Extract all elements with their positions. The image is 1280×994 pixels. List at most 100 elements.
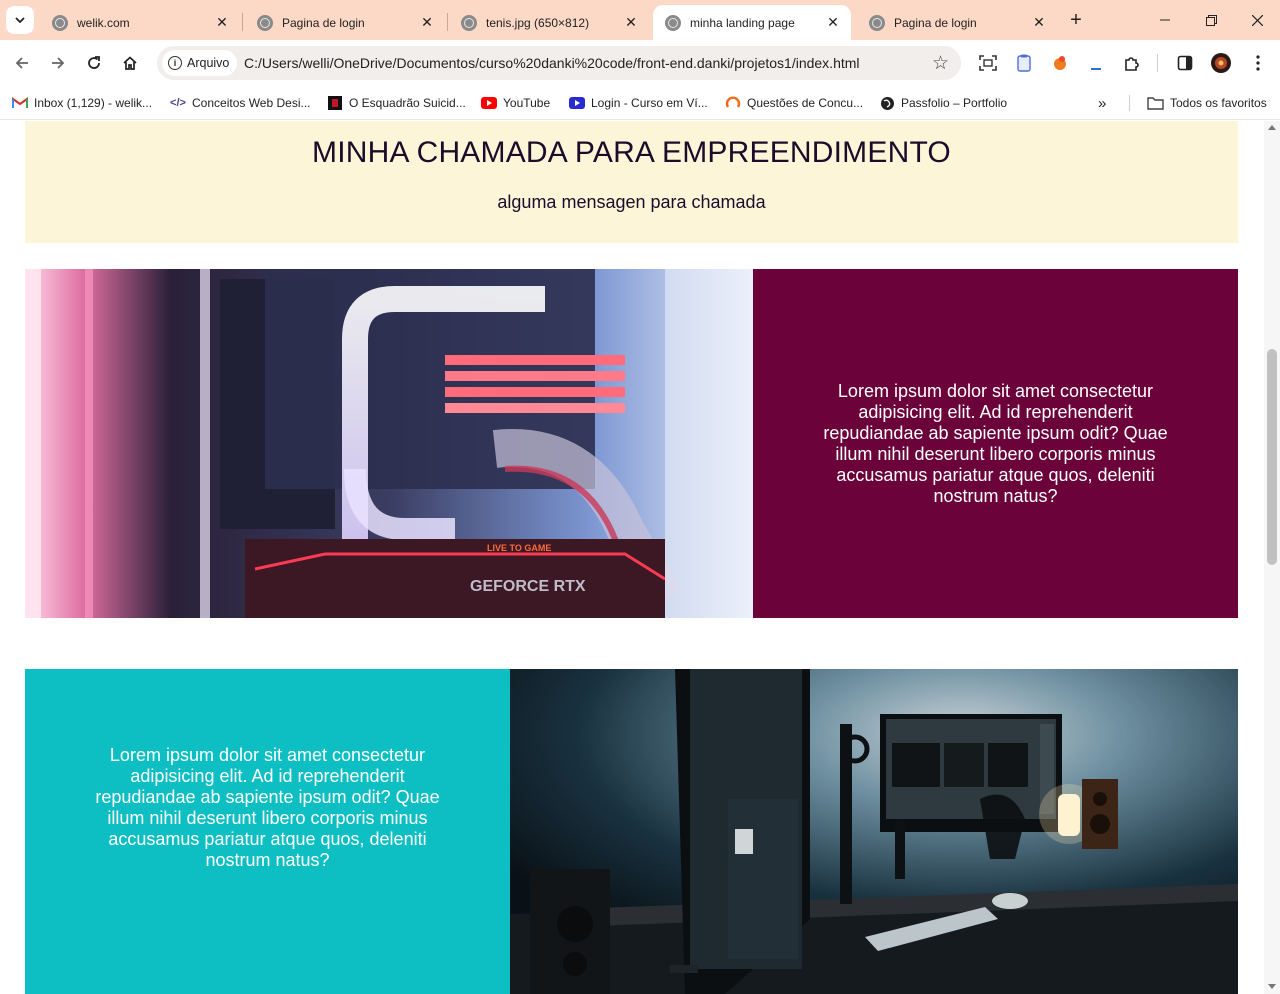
screen-capture-icon <box>979 55 997 71</box>
feature-section-1: GEFORCE RTX LIVE TO GAME Lorem ipsum dol… <box>25 269 1238 618</box>
globe-icon <box>461 14 477 31</box>
more-vertical-icon <box>1256 55 1260 71</box>
side-panel-icon <box>1177 55 1193 71</box>
bookmark-label: O Esquadrão Suicid... <box>349 96 466 110</box>
underscore-extension-icon <box>1091 68 1101 70</box>
home-icon <box>123 56 137 70</box>
pc-build-illustration: GEFORCE RTX LIVE TO GAME <box>25 269 753 618</box>
tab-separator <box>447 13 448 31</box>
bookmark-gmail[interactable]: Inbox (1,129) - welik... <box>12 93 152 113</box>
tab-landing-page[interactable]: minha landing page ✕ <box>653 5 851 40</box>
extension-button[interactable] <box>1084 51 1108 75</box>
tab-tenis[interactable]: tenis.jpg (650×812) ✕ <box>449 5 649 40</box>
close-icon[interactable]: ✕ <box>214 14 230 31</box>
tab-title: Pagina de login <box>282 15 365 30</box>
bookmark-label: Questões de Concu... <box>747 96 864 110</box>
call-to-action-section: MINHA CHAMADA PARA EMPREENDIMENTO alguma… <box>25 121 1238 243</box>
page-viewport: MINHA CHAMADA PARA EMPREENDIMENTO alguma… <box>0 121 1264 994</box>
bookmarks-divider <box>1129 95 1130 111</box>
bookmark-label: Todos os favoritos <box>1170 96 1267 110</box>
bookmarks-bar: Inbox (1,129) - welik... </> Conceitos W… <box>0 86 1280 120</box>
bookmark-esquadrao[interactable]: O Esquadrão Suicid... <box>327 93 466 113</box>
side-panel-button[interactable] <box>1173 51 1197 75</box>
close-icon[interactable]: ✕ <box>623 14 639 31</box>
scroll-up-arrow-icon[interactable] <box>1268 125 1276 130</box>
site-info-chip[interactable]: i Arquivo <box>162 50 238 76</box>
feature-text: Lorem ipsum dolor sit amet consectetur a… <box>95 744 440 870</box>
tab-welik[interactable]: welik.com ✕ <box>40 5 240 40</box>
cta-title: MINHA CHAMADA PARA EMPREENDIMENTO <box>312 136 951 169</box>
more-bookmarks-button[interactable]: » <box>1098 93 1106 113</box>
tab-title: tenis.jpg (650×812) <box>486 15 590 30</box>
address-bar[interactable]: i Arquivo C:/Users/welli/OneDrive/Docume… <box>157 46 961 80</box>
tab-login-1[interactable]: Pagina de login ✕ <box>245 5 445 40</box>
bookmark-qconcursos[interactable]: Questões de Concu... <box>725 93 863 113</box>
chevron-down-icon <box>15 17 25 24</box>
menu-button[interactable] <box>1246 51 1270 75</box>
restore-button[interactable] <box>1188 0 1234 40</box>
bookmark-label: Conceitos Web Desi... <box>192 96 311 110</box>
movie-icon <box>327 96 343 110</box>
toolbar-divider <box>1157 54 1158 72</box>
pc-water-cooling-image: GEFORCE RTX LIVE TO GAME <box>25 269 753 618</box>
home-button[interactable] <box>115 48 145 78</box>
arrow-left-icon <box>15 57 28 69</box>
close-icon <box>1251 14 1263 26</box>
scrollbar-thumb[interactable] <box>1267 349 1277 565</box>
vertical-monitor <box>675 669 810 994</box>
close-icon[interactable]: ✕ <box>825 14 841 31</box>
site-info-label: Arquivo <box>187 56 230 70</box>
bookmark-conceitos-web[interactable]: </> Conceitos Web Desi... <box>170 93 311 113</box>
globe-icon <box>257 14 273 31</box>
browser-toolbar: i Arquivo C:/Users/welli/OneDrive/Docume… <box>0 40 1280 86</box>
feature-text-box-wine: Lorem ipsum dolor sit amet consectetur a… <box>753 269 1238 618</box>
globe-icon <box>665 14 681 31</box>
bookmark-youtube[interactable]: YouTube <box>481 93 550 113</box>
desk-setup-illustration <box>510 669 1238 994</box>
back-button[interactable] <box>7 48 37 78</box>
chevron-double-right-icon: » <box>1098 94 1107 112</box>
bookmark-curso-em-video[interactable]: Login - Curso em Ví... <box>569 93 708 113</box>
minimize-button[interactable] <box>1142 0 1188 40</box>
feature-text: Lorem ipsum dolor sit amet consectetur a… <box>823 380 1168 506</box>
reload-button[interactable] <box>79 48 109 78</box>
tab-search-button[interactable] <box>6 6 34 34</box>
feature-section-2: Lorem ipsum dolor sit amet consectetur a… <box>25 669 1238 994</box>
screenshot-button[interactable] <box>976 51 1000 75</box>
forward-button[interactable] <box>43 48 73 78</box>
arrow-right-icon <box>52 57 65 69</box>
tab-login-2[interactable]: Pagina de login ✕ <box>857 5 1057 40</box>
clipboard-extension-icon <box>1017 54 1031 72</box>
tab-title: minha landing page <box>690 15 795 30</box>
bookmark-label: YouTube <box>503 96 551 110</box>
new-tab-button[interactable]: + <box>1064 8 1088 32</box>
bookmark-passfolio[interactable]: Passfolio – Portfolio <box>879 93 1007 113</box>
reload-icon <box>88 56 100 69</box>
qconcursos-icon <box>725 96 741 110</box>
close-icon[interactable]: ✕ <box>1031 14 1047 31</box>
extensions-menu-button[interactable] <box>1120 51 1144 75</box>
tab-separator <box>242 13 243 31</box>
restore-icon <box>1205 14 1217 26</box>
close-window-button[interactable] <box>1234 0 1280 40</box>
code-icon: </> <box>170 97 186 109</box>
url-text[interactable]: C:/Users/welli/OneDrive/Documentos/curso… <box>244 55 860 71</box>
bookmark-label: Inbox (1,129) - welik... <box>34 96 153 110</box>
bookmark-label: Passfolio – Portfolio <box>901 96 1008 110</box>
extension-button[interactable] <box>1048 51 1072 75</box>
scroll-down-arrow-icon[interactable] <box>1268 984 1276 989</box>
folder-icon <box>1146 96 1164 110</box>
all-bookmarks-button[interactable]: Todos os favoritos <box>1146 93 1267 113</box>
globe-icon <box>869 14 885 31</box>
info-icon: i <box>168 56 182 70</box>
profile-button[interactable] <box>1209 51 1233 75</box>
curso-icon <box>569 96 585 110</box>
tab-title: welik.com <box>77 15 130 30</box>
bookmark-label: Login - Curso em Ví... <box>591 96 708 110</box>
horizontal-monitor <box>880 714 1062 832</box>
page-scrollbar[interactable] <box>1264 121 1280 994</box>
bookmark-star-icon[interactable]: ☆ <box>932 52 949 75</box>
minimize-icon <box>1160 19 1170 21</box>
close-icon[interactable]: ✕ <box>419 14 435 31</box>
extension-button[interactable] <box>1012 51 1036 75</box>
